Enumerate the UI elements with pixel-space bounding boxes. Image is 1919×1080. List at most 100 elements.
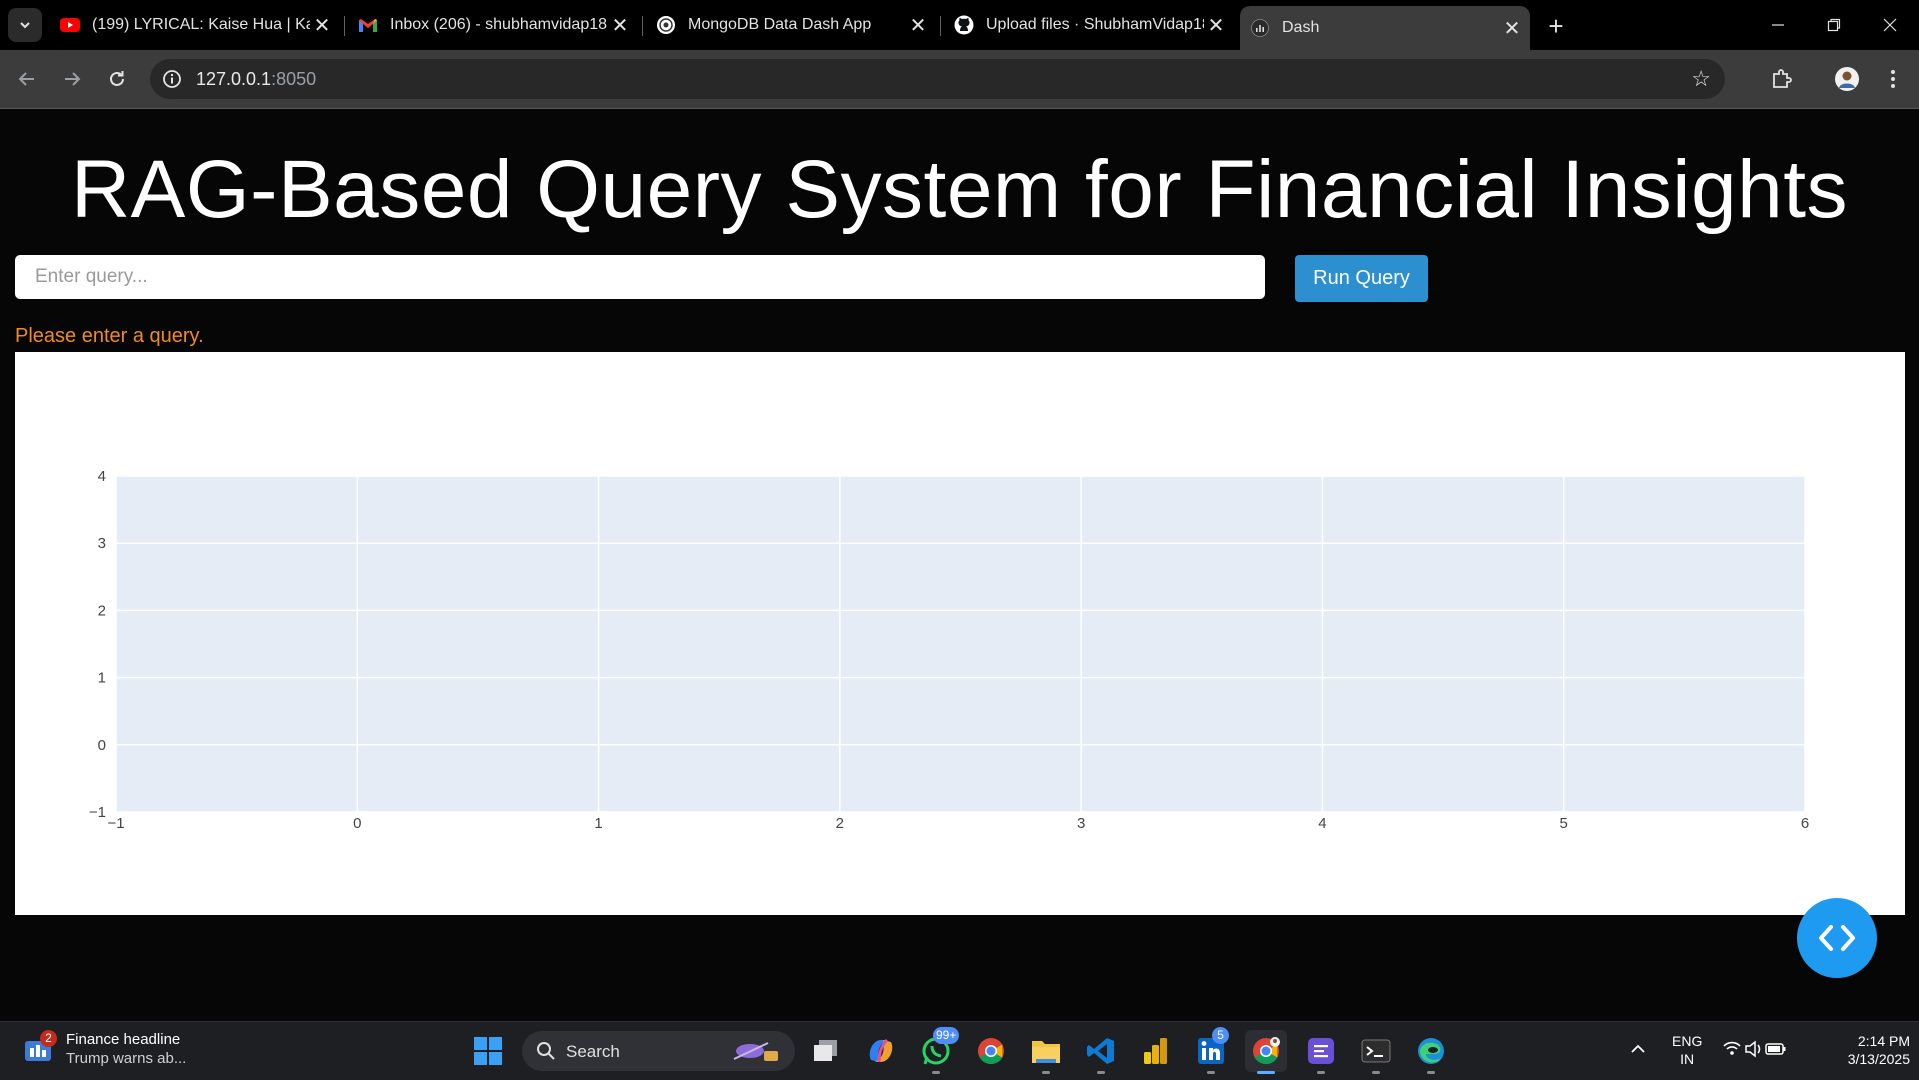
tab-search-button[interactable] [8,8,42,42]
tab-github[interactable]: Upload files · ShubhamVidap18 ✕ [944,6,1234,44]
status-message: Please enter a query. [15,325,204,347]
address-bar[interactable]: 127.0.0.1:8050 ☆ [150,59,1725,99]
tab-youtube[interactable]: (199) LYRICAL: Kaise Hua | Kabir ✕ [50,6,340,44]
taskbar-copilot[interactable] [860,1030,902,1072]
plot-area [116,476,1805,812]
plus-icon: + [1548,10,1564,41]
tab-title: (199) LYRICAL: Kaise Hua | Kabir [92,16,310,33]
notes-app-icon [1308,1038,1334,1064]
taskbar-vscode[interactable] [1080,1030,1122,1074]
clock-date: 3/13/2025 [1847,1051,1910,1067]
search-highlight-icon [733,1042,778,1061]
dash-icon [1250,18,1270,38]
x-tick-label: −1 [107,815,124,832]
close-icon[interactable]: ✕ [1500,16,1524,40]
chevron-up-icon [1631,1044,1645,1053]
vscode-icon [1087,1038,1114,1064]
close-window-button[interactable] [1870,8,1910,42]
show-hidden-icons-button[interactable] [1630,1040,1646,1058]
news-widget-icon: 2 [22,1030,57,1066]
close-icon[interactable]: ✕ [608,13,632,37]
taskbar-linkedin[interactable]: 5 [1190,1027,1232,1074]
tab-divider [642,16,643,36]
terminal-icon [1361,1039,1391,1063]
taskbar-edge[interactable] [1410,1030,1452,1074]
region-label: IN [1680,1051,1695,1067]
dash-devtools-button[interactable] [1797,898,1877,978]
x-tick-label: 0 [353,815,361,832]
taskbar-terminal[interactable] [1355,1030,1397,1074]
profile-avatar[interactable] [1830,62,1864,96]
x-tick-label: 3 [1077,815,1085,832]
clock-time: 2:14 PM [1857,1033,1910,1049]
start-button[interactable] [467,1030,509,1072]
back-button[interactable] [10,62,44,96]
y-tick-label: 3 [98,535,106,552]
system-tray-icons [1723,1040,1786,1058]
url-host: 127.0.0.1 [196,69,272,89]
taskbar-file-explorer[interactable] [1025,1030,1067,1074]
tab-title: Dash [1282,19,1320,36]
bookmark-star-icon[interactable]: ☆ [1691,66,1711,92]
copilot-icon [869,1038,893,1063]
search-icon [537,1042,555,1060]
globe-icon [656,15,676,35]
network-volume-battery[interactable] [1722,1039,1788,1063]
query-input[interactable] [15,255,1265,299]
dash-app-page: RAG-Based Query System for Financial Ins… [0,109,1919,1021]
restore-button[interactable] [1814,8,1854,42]
edge-icon [1418,1038,1444,1064]
page-title: RAG-Based Query System for Financial Ins… [70,144,1849,235]
windows-taskbar: 2 Finance headline Trump warns ab... Sea… [0,1021,1919,1080]
taskbar-powerbi[interactable] [1135,1030,1177,1072]
tab-title: Inbox (206) - shubhamvidap18 [390,16,608,33]
tab-strip: (199) LYRICAL: Kaise Hua | Kabir ✕ Inbox… [0,0,1919,50]
y-tick-label: 4 [98,468,106,485]
browser-menu-button[interactable] [1876,62,1910,96]
y-tick-label: 0 [98,737,106,754]
linkedin-badge: 5 [1212,1027,1229,1044]
kebab-menu-icon [1891,70,1895,88]
x-tick-label: 2 [836,815,844,832]
result-graph[interactable]: −1 0 1 2 3 4 5 6 −1 0 1 2 3 4 [15,352,1905,915]
taskbar-notes-app[interactable] [1300,1030,1342,1074]
running-indicator [1372,1071,1380,1074]
task-view-icon [814,1040,837,1061]
language-indicator[interactable]: ENG IN [1672,1032,1702,1068]
taskbar-chrome-active[interactable] [1245,1030,1287,1074]
reload-button[interactable] [100,62,134,96]
taskbar-task-view[interactable] [805,1030,847,1072]
running-indicator [1207,1071,1215,1074]
avatar-icon [1835,67,1859,91]
news-widget[interactable]: 2 Finance headline Trump warns ab... [22,1030,186,1068]
forward-button[interactable] [55,62,89,96]
url-text: 127.0.0.1:8050 [196,69,316,90]
youtube-icon [60,15,80,35]
tab-gmail[interactable]: Inbox (206) - shubhamvidap18 ✕ [348,6,638,44]
tab-dash[interactable]: Dash ✕ [1240,6,1530,50]
chrome-icon [1253,1037,1280,1065]
clock[interactable]: 2:14 PM 3/13/2025 [1820,1032,1910,1068]
site-info-icon[interactable] [160,67,184,91]
taskbar-whatsapp[interactable]: 99+ [915,1027,960,1074]
extensions-button[interactable] [1765,62,1799,96]
windows-logo-icon [474,1037,502,1065]
close-icon[interactable]: ✕ [906,13,930,37]
run-query-button[interactable]: Run Query [1295,255,1428,302]
new-tab-button[interactable]: + [1540,10,1572,42]
reload-icon [110,71,124,86]
minimize-button[interactable] [1758,8,1798,42]
running-indicator [1317,1071,1325,1074]
taskbar-search[interactable]: Search [522,1031,795,1071]
language-label: ENG [1672,1033,1703,1049]
running-indicator [1257,1071,1275,1074]
taskbar-chrome[interactable] [970,1030,1012,1072]
y-tick-label: 2 [98,602,106,619]
close-icon [1883,18,1897,32]
url-port: :8050 [271,69,317,89]
close-icon[interactable]: ✕ [310,13,334,37]
close-icon[interactable]: ✕ [1204,13,1228,37]
tab-mongodb-dash[interactable]: MongoDB Data Dash App ✕ [646,6,936,44]
arrow-left-icon [18,72,34,86]
minimize-icon [1772,24,1784,26]
